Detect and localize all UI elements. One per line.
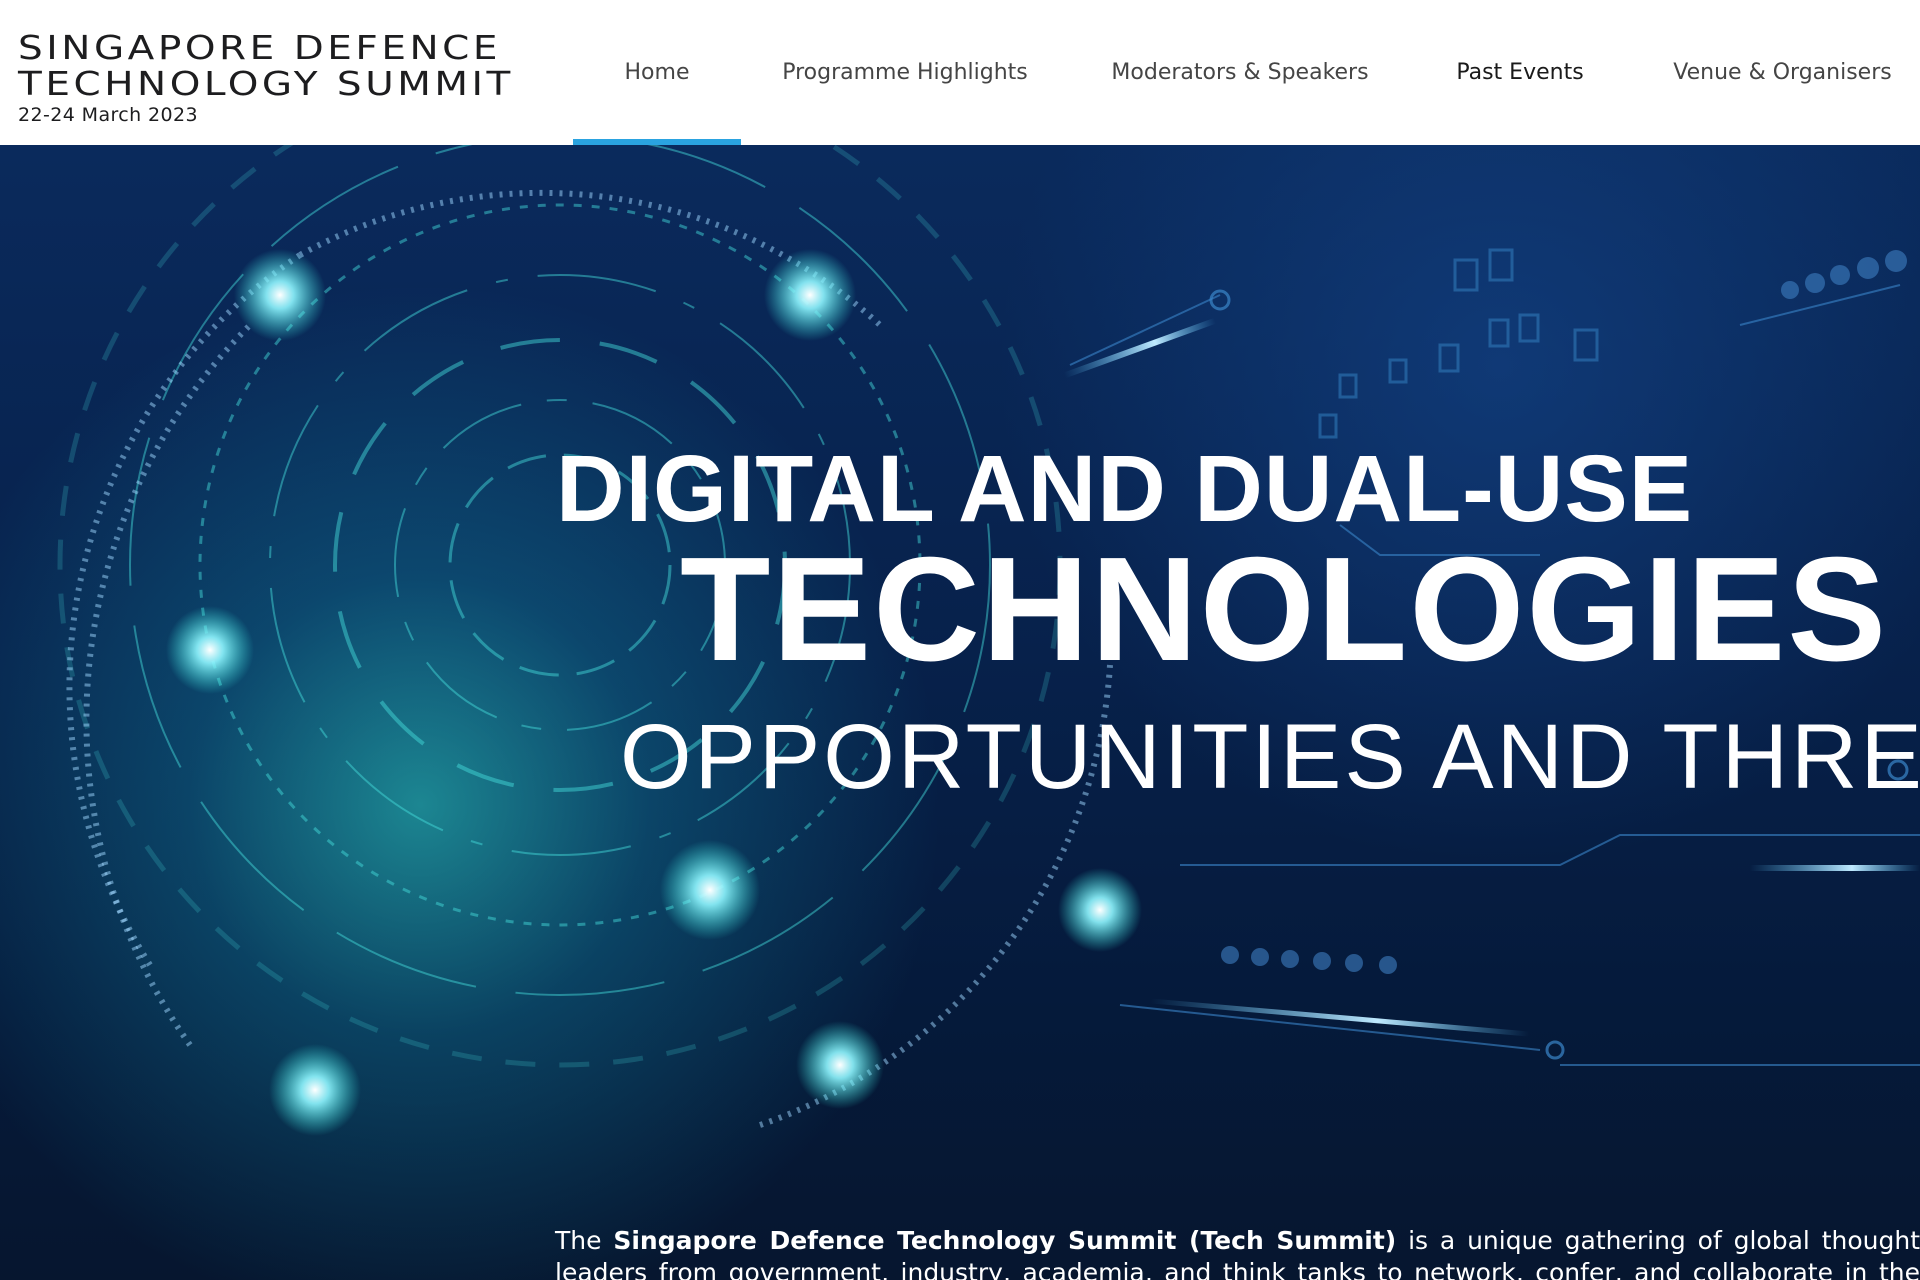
nav-moderators-speakers[interactable]: Moderators & Speakers (1110, 0, 1370, 145)
site-logo[interactable]: Singapore Defence Technology Summit 22-2… (18, 30, 510, 127)
headline-line-2: TECHNOLOGIES (680, 527, 1889, 692)
event-date: 22-24 March 2023 (18, 104, 198, 126)
nav-venue-organisers-label: Venue & Organisers (1673, 60, 1892, 85)
nav-home[interactable]: Home (573, 0, 741, 145)
logo-line-1: Singapore Defence (18, 28, 502, 67)
nav-programme-highlights[interactable]: Programme Highlights (780, 0, 1030, 145)
nav-home-label: Home (624, 60, 690, 85)
hero-banner: DIGITAL AND DUAL-USE TECHNOLOGIES OPPORT… (0, 145, 1920, 1280)
nav-programme-highlights-label: Programme Highlights (782, 60, 1028, 85)
nav-venue-organisers[interactable]: Venue & Organisers (1670, 0, 1895, 145)
site-header: Singapore Defence Technology Summit 22-2… (0, 0, 1920, 145)
nav-moderators-speakers-label: Moderators & Speakers (1111, 60, 1369, 85)
nav-past-events[interactable]: Past Events (1450, 0, 1590, 145)
intro-paragraph: The Singapore Defence Technology Summit … (555, 1225, 1920, 1280)
intro-prefix: The (555, 1226, 602, 1255)
logo-line-2: Technology Summit (18, 64, 514, 103)
intro-bold-name: Singapore Defence Technology Summit (Tec… (613, 1226, 1397, 1255)
headline-line-3: OPPORTUNITIES AND THREATS (620, 706, 1920, 808)
nav-past-events-label: Past Events (1456, 60, 1584, 85)
